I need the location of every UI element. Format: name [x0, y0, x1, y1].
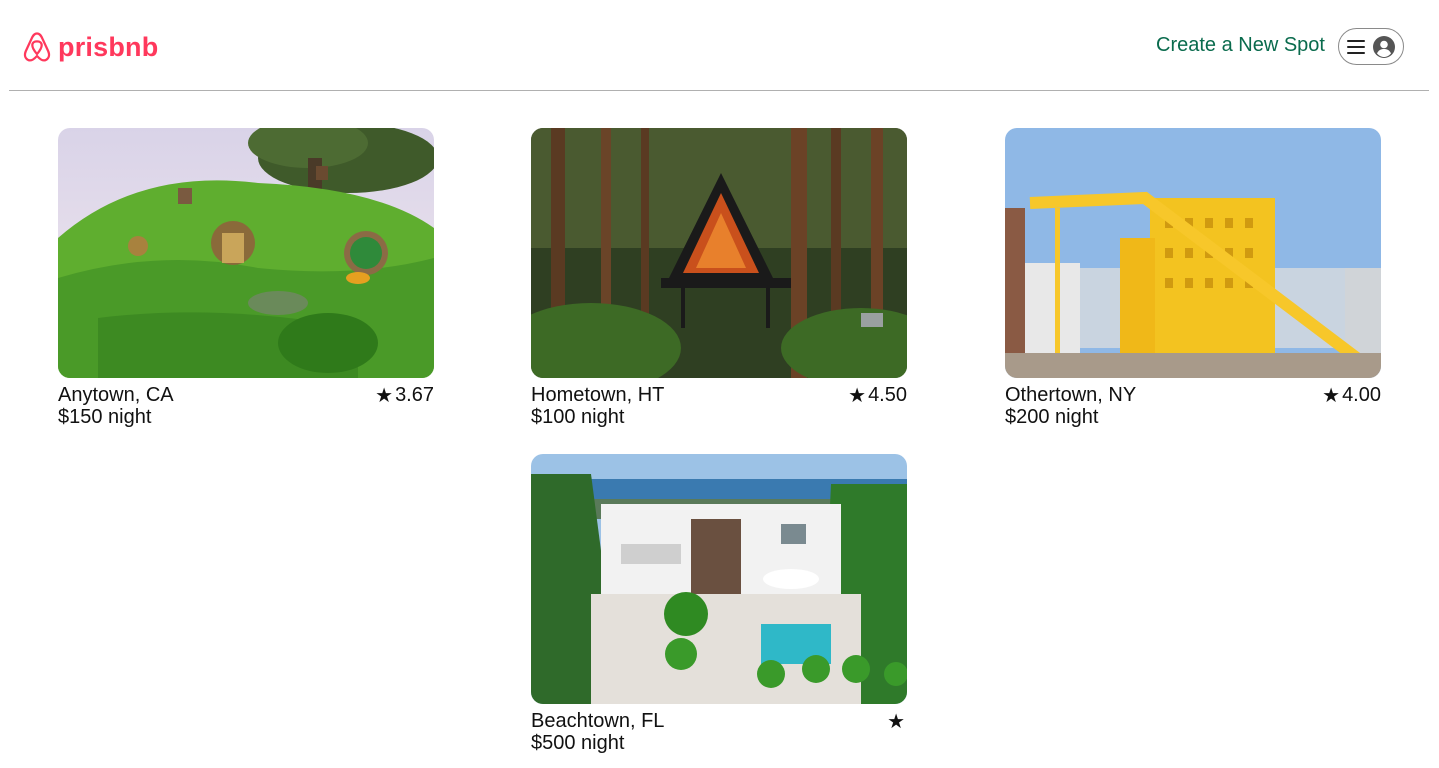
user-circle-icon	[1373, 35, 1395, 58]
spot-image	[531, 128, 907, 378]
star-icon: ★	[887, 710, 905, 733]
star-icon: ★	[1322, 384, 1341, 407]
spot-rating-value: 4.00	[1342, 383, 1381, 406]
spot-location: Hometown, HT	[531, 383, 665, 406]
spot-card[interactable]: Hometown, HT ★ 4.50 $100 night	[531, 128, 907, 438]
spot-price: $150 night	[58, 406, 152, 428]
spot-rating-value: 3.67	[395, 383, 434, 406]
spot-price: $100 night	[531, 406, 625, 428]
star-icon: ★	[375, 384, 394, 407]
header: prisbnb Create a New Spot	[0, 0, 1439, 91]
spot-image	[1005, 128, 1381, 378]
spot-rating: ★	[887, 709, 907, 734]
spot-image	[531, 454, 907, 704]
spot-rating: ★ 3.67	[375, 383, 434, 408]
logo-text: prisbnb	[58, 31, 159, 62]
hamburger-icon	[1347, 39, 1365, 54]
star-icon: ★	[848, 384, 867, 407]
spot-card[interactable]: Othertown, NY ★ 4.00 $200 night	[1005, 128, 1381, 438]
spot-location: Beachtown, FL	[531, 709, 665, 732]
home-logo-link[interactable]: prisbnb	[22, 29, 158, 65]
header-divider	[9, 90, 1429, 91]
spot-rating: ★ 4.50	[848, 383, 907, 408]
airbnb-logo-icon	[23, 31, 51, 62]
spot-price: $500 night	[531, 732, 625, 754]
profile-menu-button[interactable]	[1338, 28, 1404, 65]
spot-card[interactable]: Beachtown, FL ★ $500 night	[531, 454, 907, 764]
create-spot-link[interactable]: Create a New Spot	[1156, 34, 1325, 57]
spot-location: Othertown, NY	[1005, 383, 1137, 406]
spot-price: $200 night	[1005, 406, 1099, 428]
spot-rating: ★ 4.00	[1322, 383, 1381, 408]
spot-rating-value: 4.50	[868, 383, 907, 406]
spot-image	[58, 128, 434, 378]
spot-location: Anytown, CA	[58, 383, 174, 406]
spot-card[interactable]: Anytown, CA ★ 3.67 $150 night	[58, 128, 434, 438]
